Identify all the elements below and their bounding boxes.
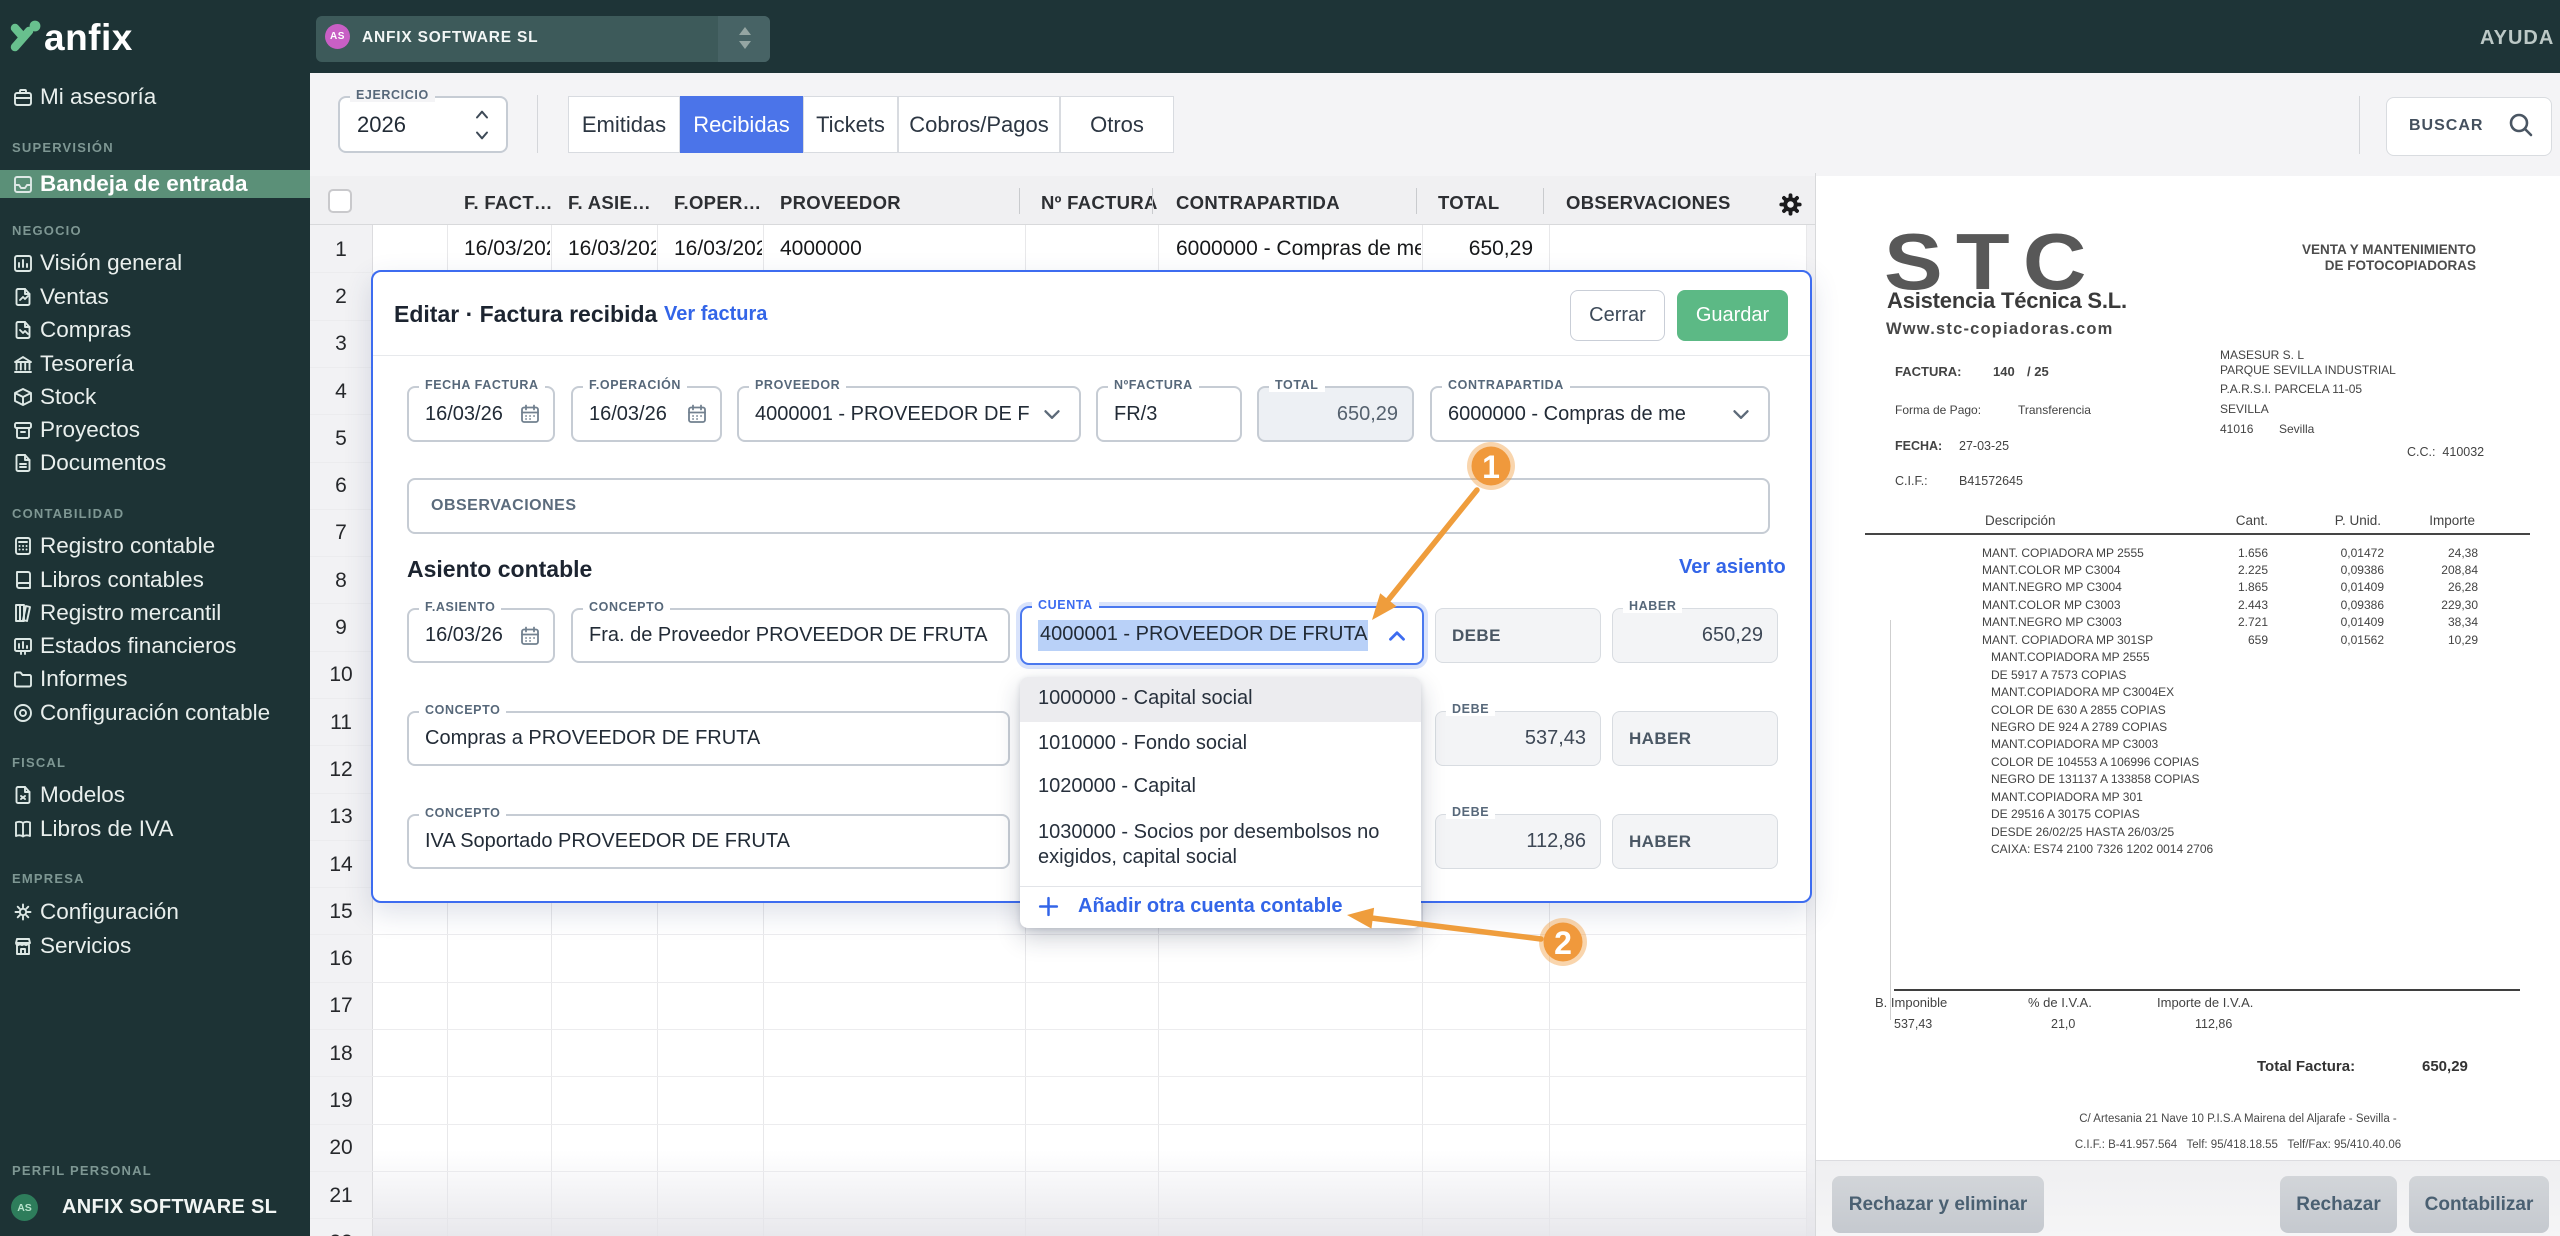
svg-text:2: 2 <box>1554 925 1572 961</box>
svg-text:1: 1 <box>1482 449 1500 485</box>
